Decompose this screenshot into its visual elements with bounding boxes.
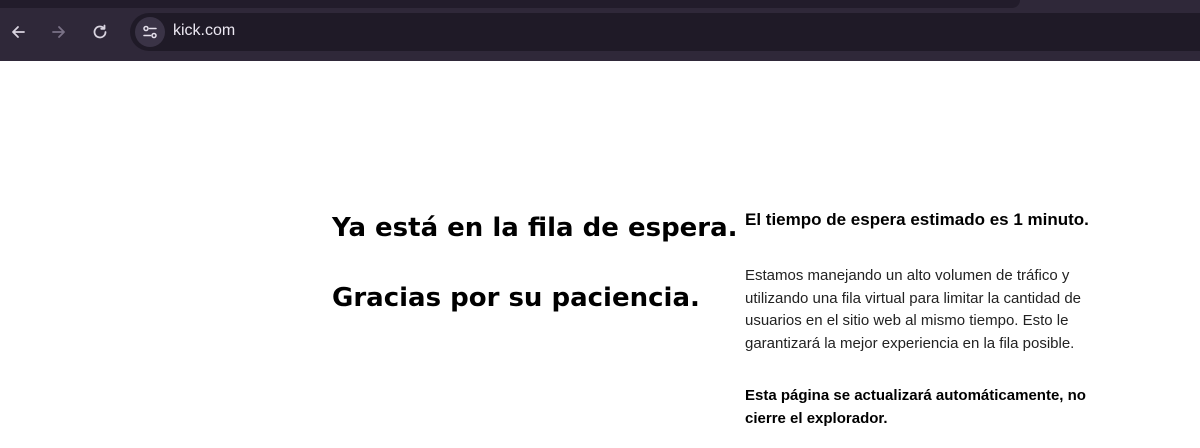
tab-strip-right xyxy=(1020,0,1200,14)
queue-info: El tiempo de espera estimado es 1 minuto… xyxy=(745,207,1140,430)
reload-icon xyxy=(93,24,107,39)
forward-button[interactable] xyxy=(44,17,74,47)
browser-toolbar: kick.com xyxy=(0,0,1200,61)
address-bar[interactable]: kick.com xyxy=(130,13,1200,51)
reload-button[interactable] xyxy=(85,17,115,47)
queue-description: Estamos manejando un alto volumen de trá… xyxy=(745,267,1082,352)
tune-icon xyxy=(143,25,157,39)
site-info-button[interactable] xyxy=(135,17,165,47)
auto-refresh-note: Esta página se actualizará automáticamen… xyxy=(745,387,1086,427)
tab-strip xyxy=(0,0,1020,8)
queue-headings: Ya está en la fila de espera. Gracias po… xyxy=(332,208,738,318)
arrow-left-icon xyxy=(12,26,25,38)
wait-time-estimate: El tiempo de espera estimado es 1 minuto… xyxy=(745,210,1089,229)
thanks-heading: Gracias por su paciencia. xyxy=(332,283,700,313)
url-text[interactable]: kick.com xyxy=(173,22,235,40)
arrow-right-icon xyxy=(52,26,65,38)
back-button[interactable] xyxy=(3,17,33,47)
queue-heading: Ya está en la fila de espera. xyxy=(332,213,738,243)
